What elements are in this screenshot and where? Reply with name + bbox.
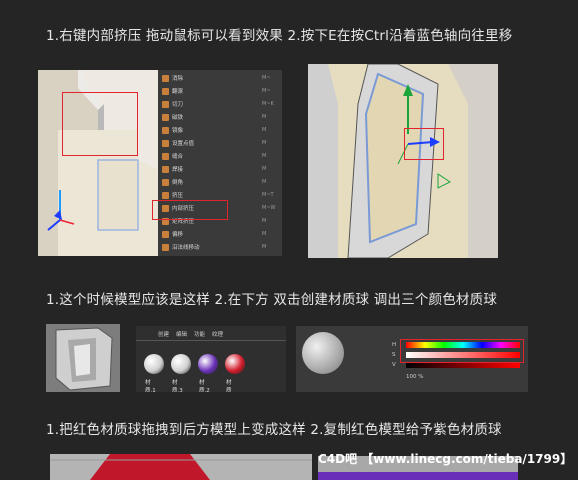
menu-item-shortcut: M	[262, 127, 267, 133]
menu-item-label: 翻滚	[172, 89, 184, 95]
menu-item-label: 磁铁	[172, 115, 184, 121]
menu-item[interactable]: 翻滚 M~	[158, 85, 271, 97]
material-ball[interactable]	[171, 354, 191, 374]
axis-highlight-box	[404, 128, 444, 160]
step-2-caption: 1.这个时候模型应该是这样 2.在下方 双击创建材质球 调出三个颜色材质球	[46, 292, 498, 308]
menu-item-icon	[162, 139, 169, 147]
color-picker-panel: HSV 100 %	[296, 326, 528, 392]
menu-item-icon	[162, 165, 169, 173]
menu-item-label: 沿法线移动	[172, 245, 200, 251]
menu-item-icon	[162, 230, 169, 238]
step-1-caption: 1.右键内部挤压 拖动鼠标可以看到效果 2.按下E在按Ctrl沿着蓝色轴向往里移	[46, 28, 513, 44]
material-ball[interactable]	[225, 354, 245, 374]
color-highlight-box	[400, 339, 524, 363]
menu-item[interactable]: 切刀 M~K	[158, 98, 274, 110]
step-3-caption: 1.把红色材质球拖拽到后方模型上变成这样 2.复制红色模型给予紫色材质球	[46, 422, 502, 438]
material-ball-label: 材质.2	[199, 380, 210, 392]
menu-item-shortcut: M~	[262, 88, 271, 94]
menu-item-icon	[162, 87, 169, 95]
brightness-value: 100 %	[406, 374, 424, 380]
viewport-highlight-box	[62, 92, 138, 156]
menu-item[interactable]: 磁铁 M	[158, 111, 266, 123]
material-ball-label: 材质	[226, 380, 232, 392]
menu-item-shortcut: M~	[262, 75, 271, 81]
menu-item[interactable]: 设置点值 M	[158, 137, 266, 149]
menu-item-icon	[162, 243, 169, 251]
material-tab[interactable]: 纹理	[212, 330, 223, 338]
menu-item-icon	[162, 100, 169, 108]
menu-item-label: 焊接	[172, 167, 184, 173]
menu-item[interactable]: 缝合 M	[158, 150, 266, 162]
color-channel-label: V	[392, 362, 396, 368]
watermark-text: C4D吧 【www.linecg.com/tieba/1799】	[318, 452, 573, 466]
material-ball-label: 材质.1	[145, 380, 156, 392]
menu-item-icon	[162, 152, 169, 160]
color-channel-label: S	[392, 352, 396, 358]
material-preview-sphere	[302, 332, 344, 374]
model-thumbnail-graphic	[55, 327, 113, 391]
menu-item[interactable]: 沿法线移动 M	[158, 241, 266, 253]
menu-item-shortcut: M~W	[262, 205, 276, 211]
bottom-screenshot-left	[50, 454, 312, 480]
menu-item[interactable]: 倒角 M	[158, 176, 266, 188]
viewport-inset-screenshot	[308, 64, 498, 258]
menu-item-label: 挤压	[172, 193, 184, 199]
material-ball[interactable]	[198, 354, 218, 374]
material-ball-label: 材质.3	[172, 380, 183, 392]
context-menu: 消除 M~ 翻滚 M~ 切刀 M~K 磁铁 M 镜像 M 设置点值 M 缝合 M 焊接 M 倒角 M 挤压 M~T 内部…	[152, 70, 282, 256]
menu-item-label: 设置点值	[172, 141, 195, 147]
menu-item-icon	[162, 191, 169, 199]
menu-item-shortcut: M	[262, 231, 267, 237]
menu-item-shortcut: M	[262, 179, 267, 185]
menu-item-icon	[162, 74, 169, 82]
menu-item-shortcut: M	[262, 140, 267, 146]
material-ball[interactable]	[144, 354, 164, 374]
material-tab[interactable]: 创建	[158, 330, 169, 338]
viewport-context-menu-screenshot: 消除 M~ 翻滚 M~ 切刀 M~K 磁铁 M 镜像 M 设置点值 M 缝合 M 焊接 M 倒角 M 挤压 M~T 内部…	[38, 70, 282, 256]
purple-model-strip	[318, 472, 518, 480]
menu-item-icon	[162, 126, 169, 134]
menu-item-shortcut: M	[262, 114, 267, 120]
viewport-inset-model-graphic	[308, 64, 498, 258]
model-thumbnail	[46, 324, 120, 392]
menu-item-label: 消除	[172, 76, 184, 82]
menu-item[interactable]: 镜像 M	[158, 124, 266, 136]
color-channel-label: H	[392, 342, 397, 348]
menu-item[interactable]: 偏移 M	[158, 228, 266, 240]
menu-item-shortcut: M	[262, 153, 267, 159]
menu-item-label: 镜像	[172, 128, 184, 134]
material-tab[interactable]: 编辑	[176, 330, 187, 338]
menu-item-label: 缝合	[172, 154, 184, 160]
menu-item-icon	[162, 178, 169, 186]
menu-item[interactable]: 消除 M~	[158, 72, 271, 84]
menu-item-label: 倒角	[172, 180, 184, 186]
menu-item-shortcut: M	[262, 166, 267, 172]
material-tab[interactable]: 功能	[194, 330, 205, 338]
menu-item-label: 切刀	[172, 102, 184, 108]
bottom-left-graphic	[50, 454, 312, 480]
menu-item[interactable]: 焊接 M	[158, 163, 266, 175]
menu-item-shortcut: M	[262, 244, 267, 250]
menu-item-shortcut: M~T	[262, 192, 274, 198]
material-manager-panel: 创建 编辑 功能 纹理 材质.1 材质.3 材质.2 材质	[136, 326, 286, 392]
menu-item-shortcut: M	[262, 218, 267, 224]
menu-item-shortcut: M~K	[262, 101, 274, 107]
menu-highlight-box	[152, 200, 228, 220]
menu-item-icon	[162, 113, 169, 121]
menu-item-label: 偏移	[172, 232, 184, 238]
